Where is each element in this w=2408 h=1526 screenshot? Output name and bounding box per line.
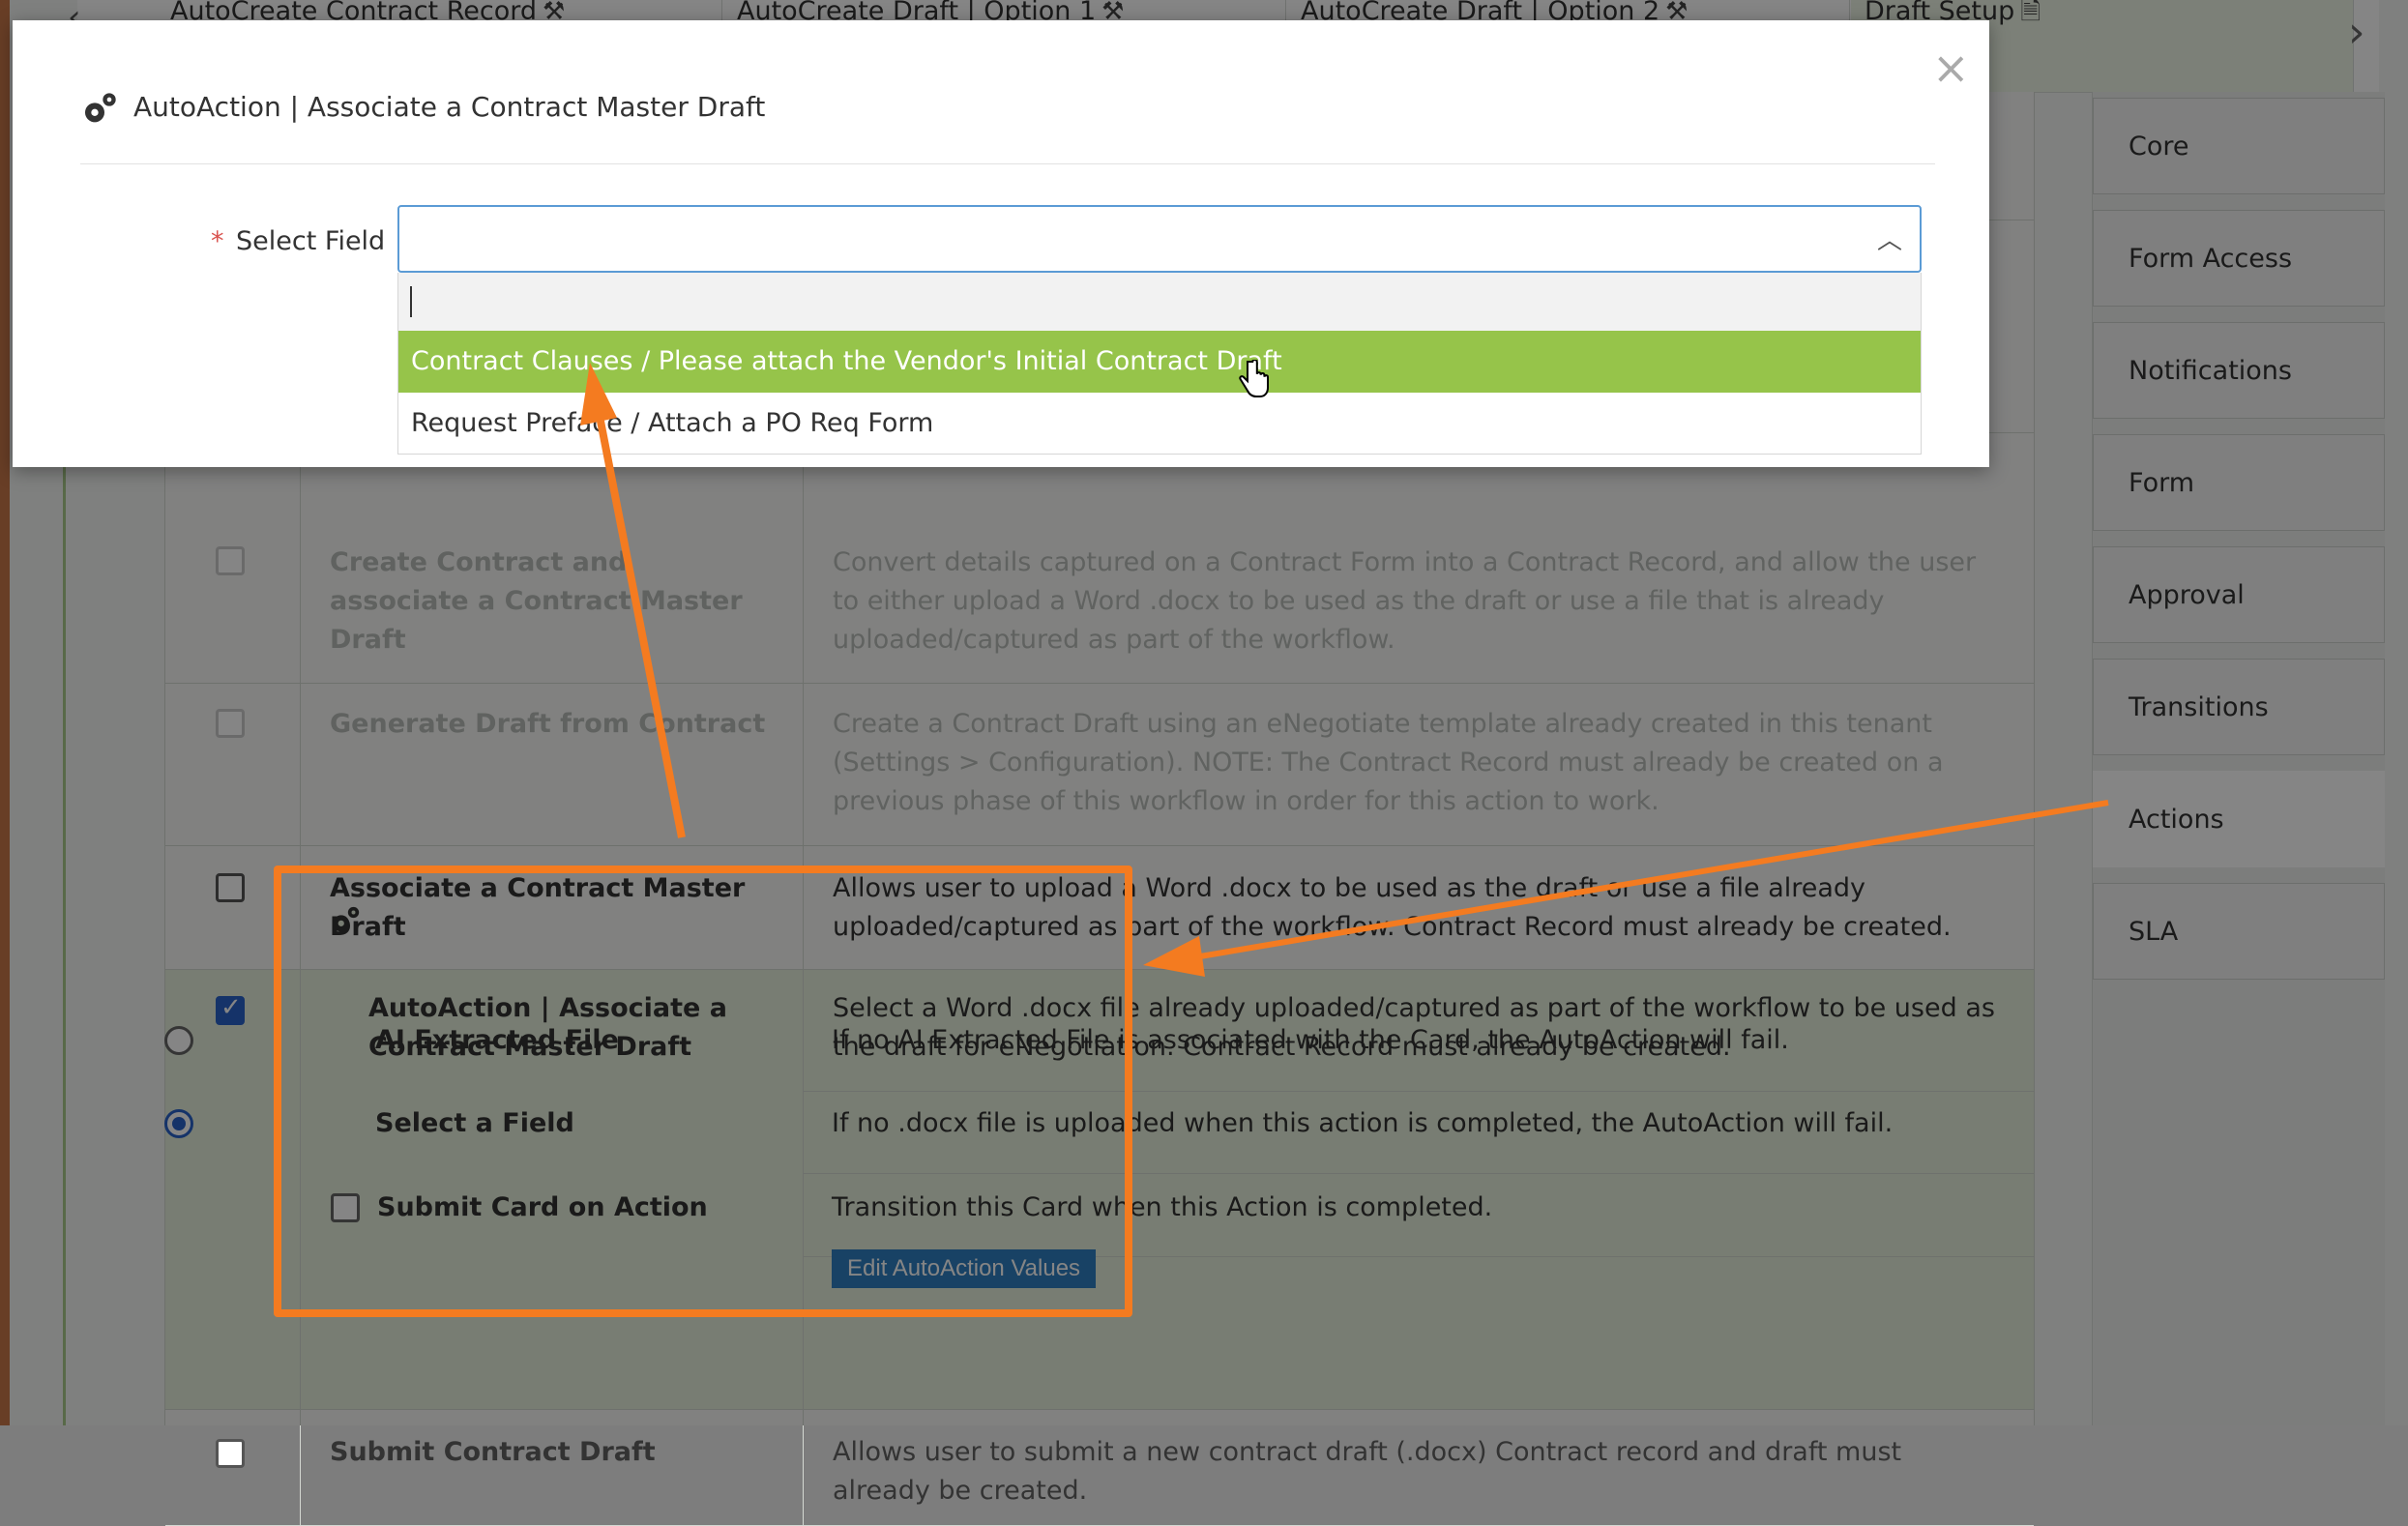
table-row: Submit Contract Draft Allows user to sub… <box>165 1410 2034 1526</box>
annotation-arrows <box>580 363 2109 977</box>
action-checkbox[interactable] <box>216 1439 245 1468</box>
